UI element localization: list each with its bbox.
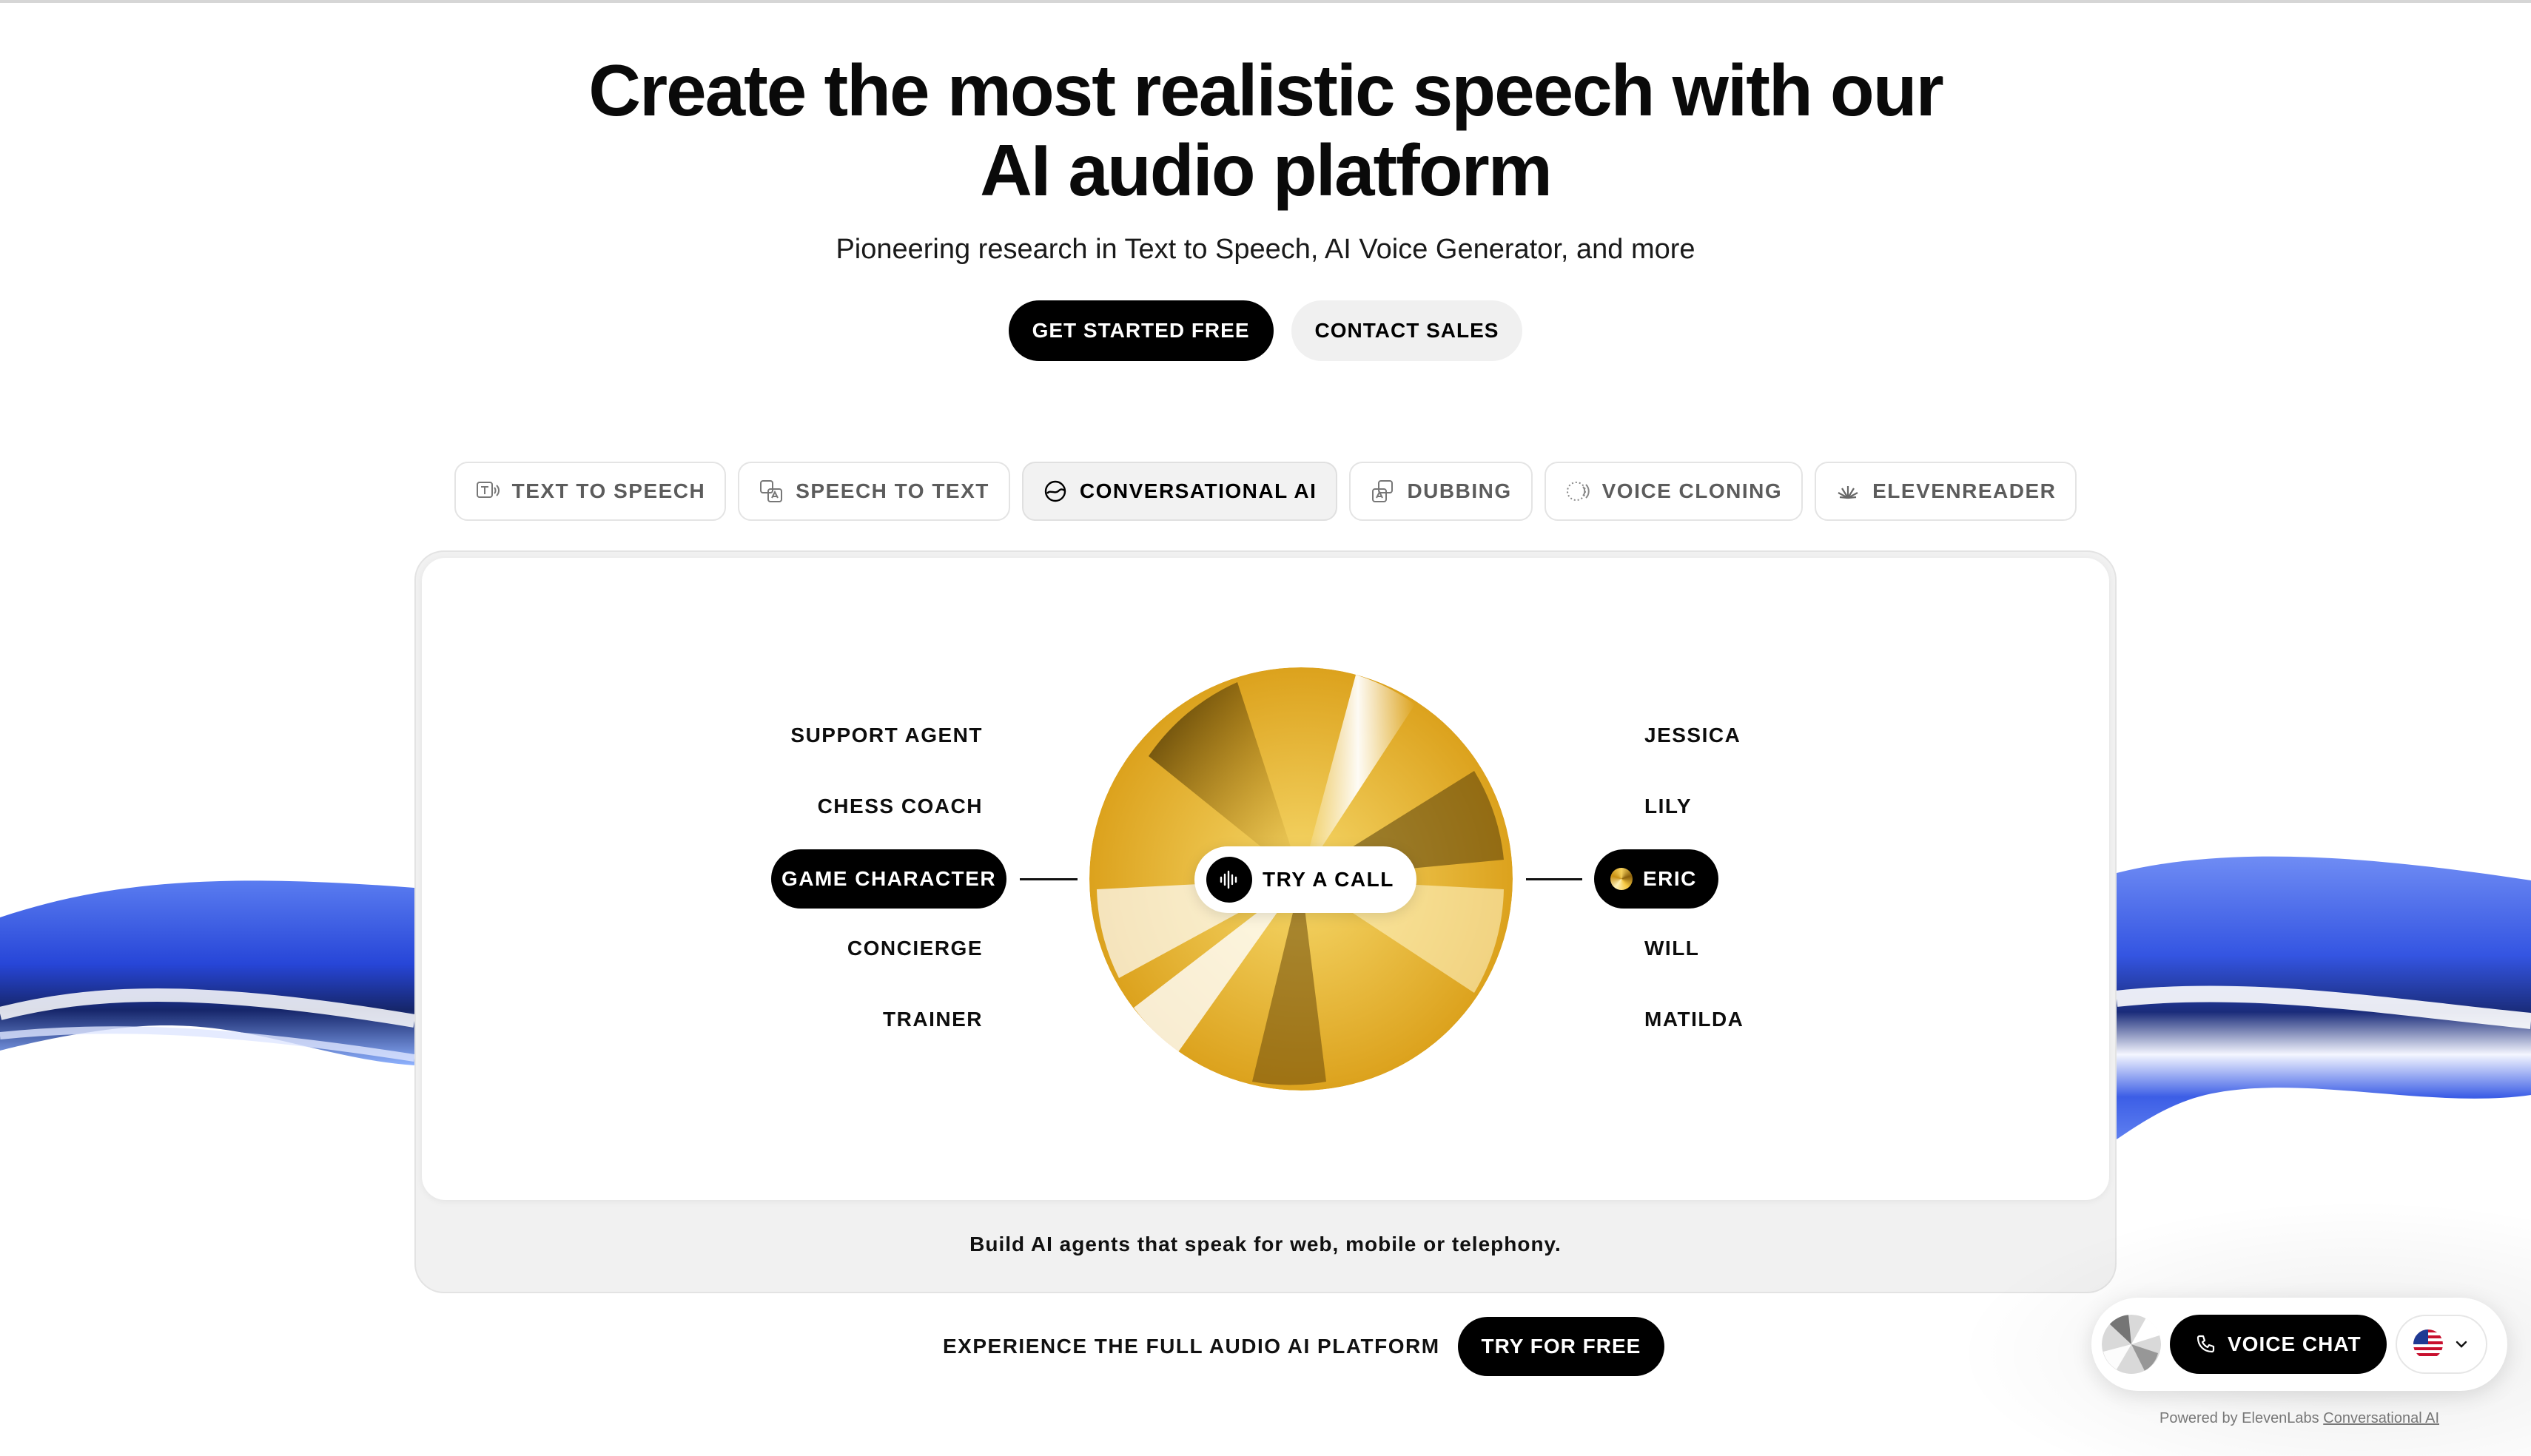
- hero-title-line-2: AI audio platform: [980, 129, 1553, 211]
- phone-icon: [2196, 1335, 2215, 1353]
- hero-title-line-1: Create the most realistic speech with ou…: [588, 50, 1944, 131]
- try-a-call-label: TRY A CALL: [1263, 868, 1394, 891]
- voice-option-jessica[interactable]: JESSICA: [1644, 724, 1741, 747]
- tab-elevenreader[interactable]: ELEVENREADER: [1815, 462, 2077, 521]
- bottom-cta-label: EXPERIENCE THE FULL AUDIO AI PLATFORM: [943, 1335, 1440, 1358]
- voice-option-will[interactable]: WILL: [1644, 937, 1699, 960]
- tab-speech-to-text[interactable]: SPEECH TO TEXT: [738, 462, 1010, 521]
- voice-option-matilda[interactable]: MATILDA: [1644, 1008, 1744, 1031]
- speech-to-text-icon: [760, 480, 783, 502]
- agent-option-support-agent[interactable]: SUPPORT AGENT: [790, 724, 983, 747]
- conversational-ai-icon: [1044, 480, 1066, 502]
- try-for-free-button[interactable]: TRY FOR FREE: [1457, 1317, 1665, 1376]
- right-blue-wave-decoration: [2117, 856, 2531, 1139]
- widget-orb-icon[interactable]: [2102, 1315, 2161, 1374]
- selected-voice-label: ERIC: [1643, 867, 1697, 890]
- product-tabs: TEXT TO SPEECH SPEECH TO TEXT CONVERSATI…: [0, 462, 2531, 521]
- voice-chat-button[interactable]: VOICE CHAT: [2170, 1315, 2387, 1374]
- conversational-ai-link[interactable]: Conversational AI: [2323, 1410, 2439, 1426]
- contact-sales-button[interactable]: CONTACT SALES: [1291, 300, 1523, 361]
- tab-dubbing[interactable]: DUBBING: [1349, 462, 1533, 521]
- try-a-call-button[interactable]: TRY A CALL: [1194, 846, 1416, 913]
- waveform-icon: [1206, 857, 1252, 903]
- agent-option-game-character[interactable]: GAME CHARACTER: [771, 849, 1006, 909]
- text-to-speech-icon: [476, 482, 500, 498]
- tab-label: VOICE CLONING: [1601, 479, 1783, 502]
- bottom-cta-row: EXPERIENCE THE FULL AUDIO AI PLATFORM TR…: [943, 1317, 1665, 1376]
- us-flag-icon: [2413, 1329, 2443, 1359]
- voice-chat-label: VOICE CHAT: [2228, 1332, 2362, 1355]
- powered-prefix: Powered by ElevenLabs: [2159, 1410, 2319, 1426]
- hero-cta-row: GET STARTED FREE CONTACT SALES: [0, 300, 2531, 361]
- tab-label: DUBBING: [1407, 479, 1512, 502]
- tab-label: ELEVENREADER: [1872, 479, 2057, 502]
- tab-voice-cloning[interactable]: VOICE CLONING: [1544, 462, 1804, 521]
- dubbing-icon: [1372, 480, 1394, 502]
- hero-title: Create the most realistic speech with ou…: [0, 50, 2531, 210]
- voice-chat-widget: VOICE CHAT: [2091, 1298, 2507, 1391]
- agent-option-chess-coach[interactable]: CHESS COACH: [818, 795, 983, 818]
- tab-text-to-speech[interactable]: TEXT TO SPEECH: [454, 462, 727, 521]
- agent-option-trainer[interactable]: TRAINER: [883, 1008, 983, 1031]
- powered-by-text: Powered by ElevenLabs Conversational AI: [2091, 1410, 2507, 1427]
- agent-option-concierge[interactable]: CONCIERGE: [847, 937, 983, 960]
- language-selector[interactable]: [2395, 1315, 2487, 1374]
- tab-label: TEXT TO SPEECH: [511, 479, 706, 502]
- top-border: [0, 0, 2531, 3]
- left-blue-wave-decoration: [0, 880, 414, 1065]
- voice-option-eric[interactable]: ERIC: [1594, 849, 1718, 909]
- agent-connector-line: [1020, 878, 1078, 880]
- voice-orb-icon: [1610, 868, 1633, 890]
- chevron-down-icon: [2456, 1341, 2467, 1348]
- elevenreader-icon: [1838, 486, 1858, 499]
- tab-label: SPEECH TO TEXT: [796, 479, 989, 502]
- hero-subtitle: Pioneering research in Text to Speech, A…: [836, 234, 1695, 265]
- tab-label: CONVERSATIONAL AI: [1079, 479, 1317, 502]
- voice-option-lily[interactable]: LILY: [1644, 795, 1692, 818]
- get-started-free-button[interactable]: GET STARTED FREE: [1008, 300, 1274, 361]
- voice-cloning-icon: [1566, 482, 1590, 501]
- voice-connector-line: [1526, 878, 1582, 880]
- tab-conversational-ai[interactable]: CONVERSATIONAL AI: [1021, 462, 1338, 521]
- selected-agent-label: GAME CHARACTER: [781, 867, 997, 890]
- panel-caption: Build AI agents that speak for web, mobi…: [969, 1233, 1562, 1256]
